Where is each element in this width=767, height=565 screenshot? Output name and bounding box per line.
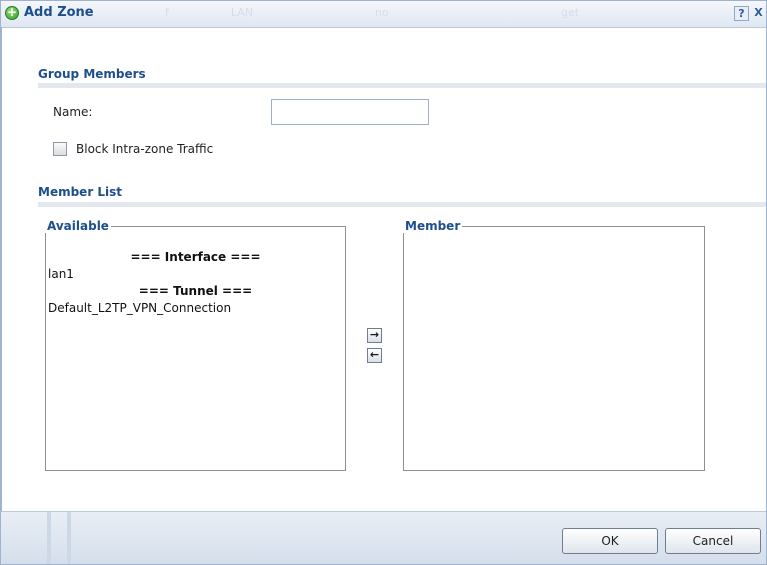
add-icon: +: [5, 5, 19, 20]
member-list-box[interactable]: Member: [403, 219, 705, 471]
available-list[interactable]: Available === Interface === lan1 === Tun…: [45, 219, 346, 471]
add-zone-dialog: + Add Zone f LAN no get ? X Group Member…: [0, 0, 767, 565]
dialog-title: Add Zone: [24, 5, 94, 20]
ghost-text-2: LAN: [231, 6, 254, 19]
block-intra-zone-label: Block Intra-zone Traffic: [76, 142, 214, 156]
arrow-left-icon: ←: [369, 348, 380, 361]
list-group-header-tunnel: === Tunnel ===: [138, 284, 253, 298]
footer-stripe: [47, 512, 51, 564]
list-item-lan1[interactable]: lan1: [48, 266, 343, 283]
dialog-left-border: [1, 27, 2, 511]
move-right-button[interactable]: →: [367, 328, 382, 343]
list-group-header-interface: === Interface ===: [130, 250, 261, 264]
ok-button[interactable]: OK: [562, 528, 658, 554]
ghost-text-3: no: [375, 6, 389, 19]
available-legend: Available: [47, 219, 109, 233]
name-input[interactable]: [271, 99, 429, 125]
ghost-text-1: f: [165, 6, 169, 19]
group-members-heading: Group Members: [38, 67, 146, 81]
member-legend: Member: [405, 219, 461, 233]
footer-stripe: [67, 512, 71, 564]
available-items: === Interface === lan1 === Tunnel === De…: [48, 249, 343, 317]
cancel-button[interactable]: Cancel: [665, 528, 761, 554]
name-label: Name:: [53, 105, 93, 119]
dialog-titlebar: + Add Zone f LAN no get ? X: [1, 1, 766, 28]
member-list-divider: [38, 202, 766, 207]
ghost-text-4: get: [561, 6, 580, 19]
group-members-divider: [38, 83, 766, 88]
arrow-right-icon: →: [369, 328, 380, 341]
help-icon[interactable]: ?: [734, 6, 749, 21]
close-icon[interactable]: X: [751, 6, 766, 21]
member-list-heading: Member List: [38, 185, 123, 199]
list-item-default-l2tp[interactable]: Default_L2TP_VPN_Connection: [48, 300, 343, 317]
block-intra-zone-checkbox[interactable]: [53, 142, 67, 156]
move-left-button[interactable]: ←: [367, 348, 382, 363]
